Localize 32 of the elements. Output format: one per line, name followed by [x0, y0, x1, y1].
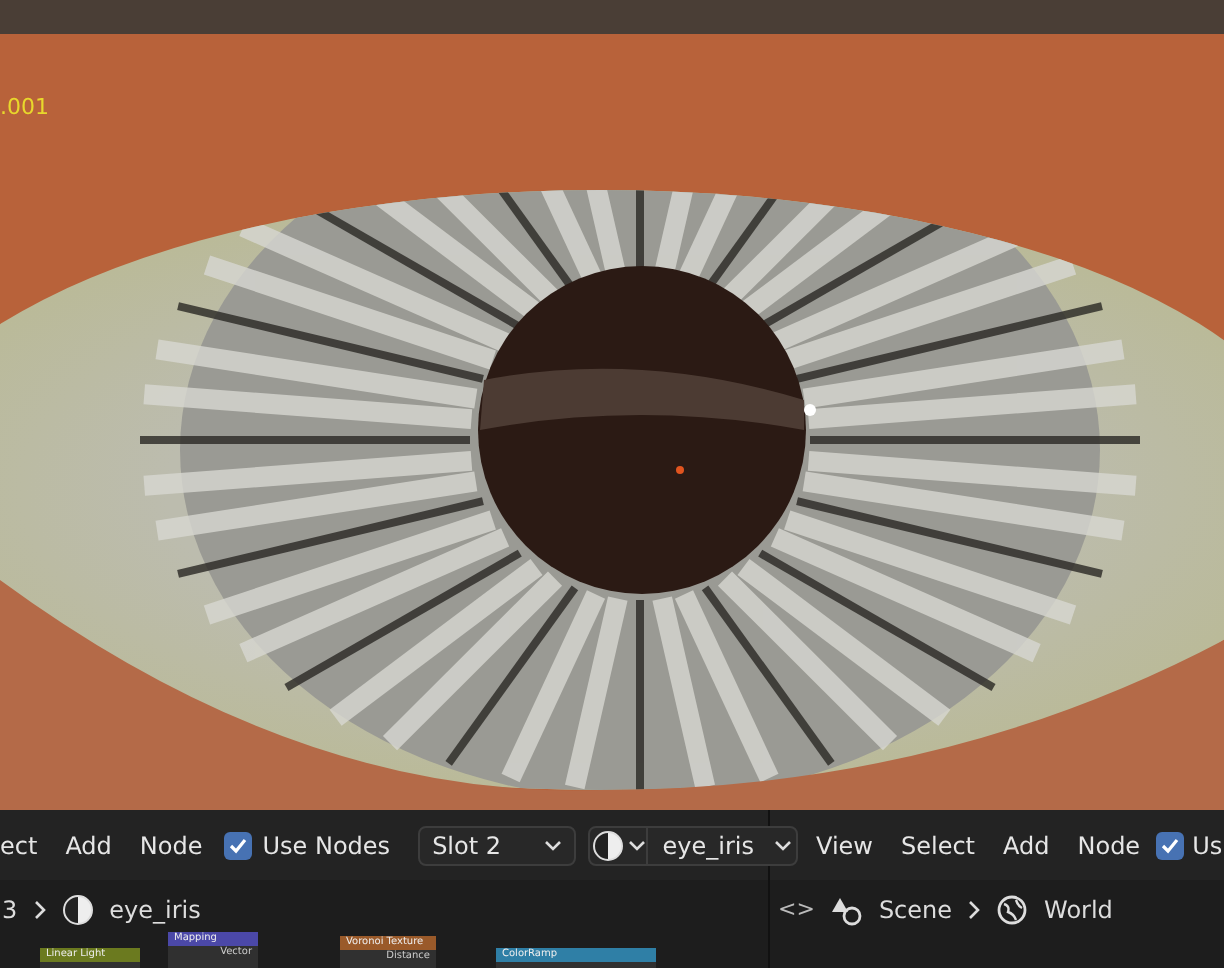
dropdown-button[interactable]	[766, 825, 798, 865]
material-sphere-icon	[61, 894, 94, 926]
chevron-down-icon	[773, 839, 791, 851]
breadcrumb-item: eye_iris	[109, 894, 201, 928]
breadcrumb-item: Scene	[878, 894, 953, 928]
breadcrumb-item: 3	[2, 894, 18, 928]
menu-item[interactable]: View	[802, 827, 887, 863]
menu-item[interactable]: Add	[51, 827, 126, 863]
globe-icon	[996, 894, 1029, 926]
scene-icon	[830, 894, 863, 926]
material-browse-button[interactable]	[587, 825, 649, 865]
checkmark-icon	[228, 835, 249, 855]
menu-item[interactable]: ect	[0, 827, 52, 863]
chevron-right-icon	[968, 900, 981, 920]
collapse-toggle[interactable]: <>	[778, 893, 815, 927]
chevron-down-icon	[627, 839, 646, 851]
checkbox-label: Us	[1192, 829, 1223, 863]
menu-item[interactable]: Add	[989, 827, 1064, 863]
checkbox[interactable]	[1156, 831, 1185, 859]
material-name-field[interactable]: eye_iris	[648, 825, 768, 865]
menu-item[interactable]: Node	[125, 827, 217, 863]
checkmark-icon	[1160, 835, 1181, 855]
breadcrumb-item: World	[1044, 894, 1113, 928]
menu-item[interactable]: Node	[1063, 827, 1155, 863]
checkbox[interactable]	[224, 831, 253, 859]
material-sphere-icon	[591, 829, 624, 861]
chevron-down-icon	[543, 839, 562, 851]
object-label: .001	[0, 92, 49, 124]
menu-item[interactable]: Select	[886, 827, 990, 863]
chevron-right-icon	[33, 900, 46, 920]
checkbox-label: Use Nodes	[262, 829, 391, 863]
slot-dropdown[interactable]: Slot 2	[418, 825, 576, 865]
